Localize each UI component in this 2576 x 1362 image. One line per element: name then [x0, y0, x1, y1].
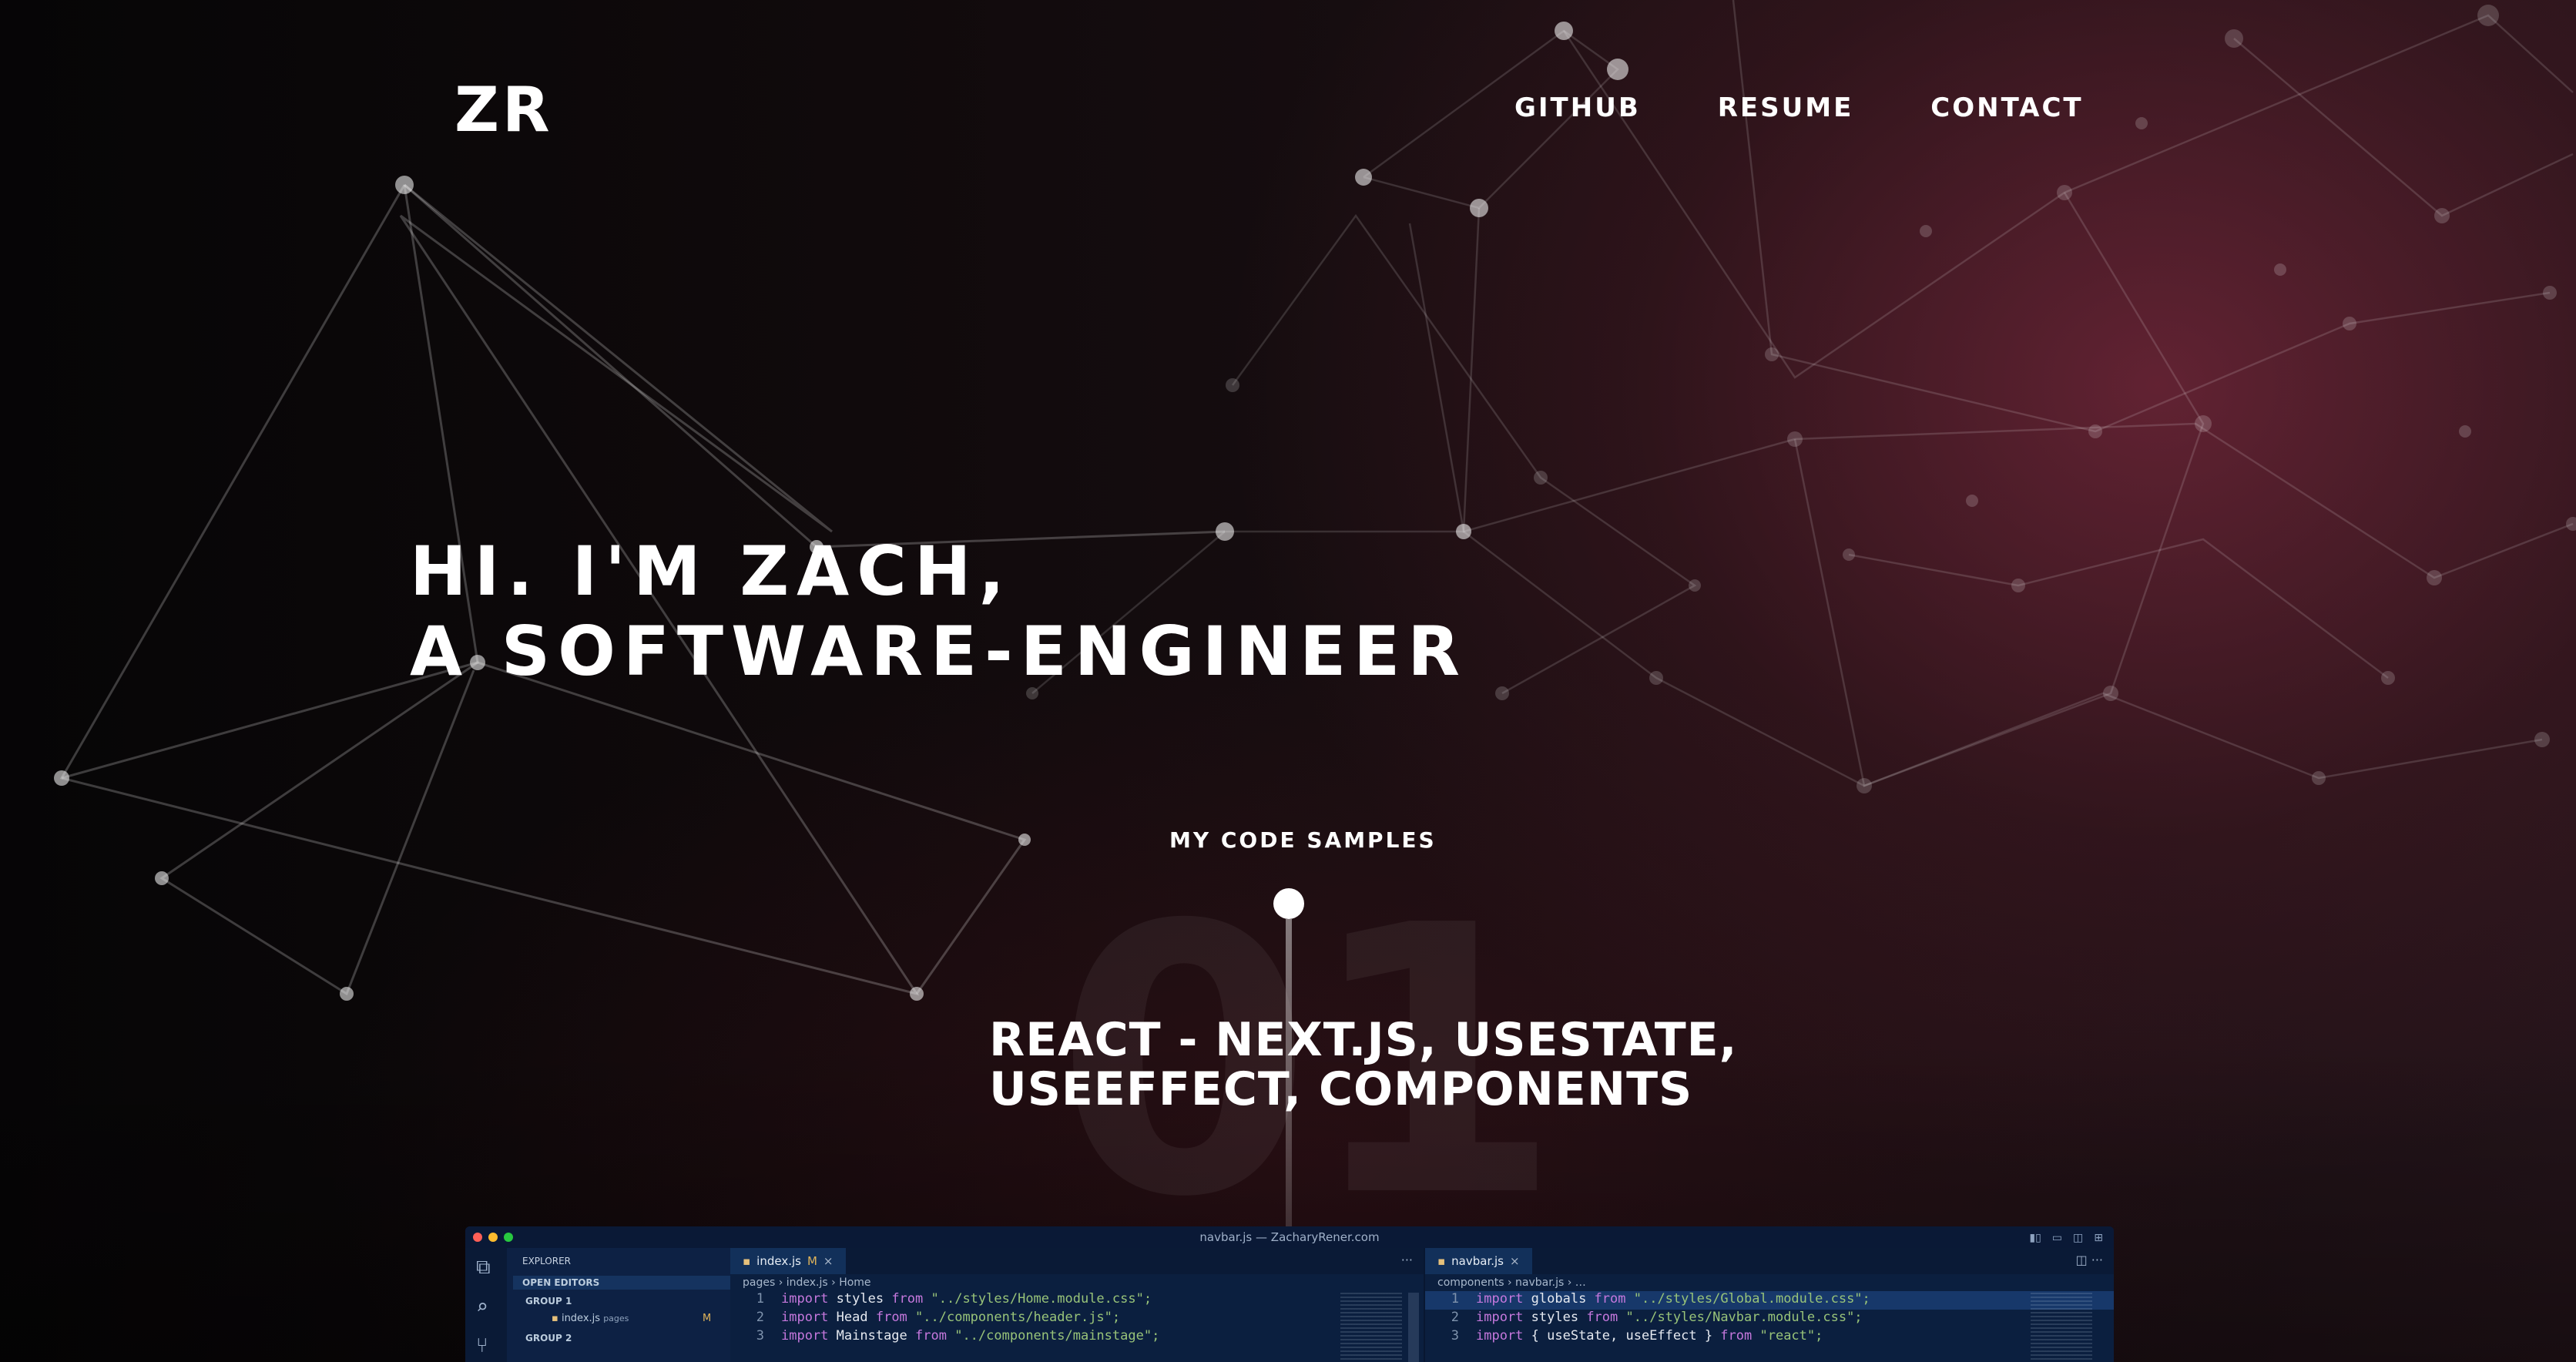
- editor-pane-left[interactable]: ▪ index.js M × ··· pages › index.js › Home …: [730, 1248, 1424, 1362]
- group-1-label: GROUP 1: [525, 1296, 572, 1307]
- sample-title-line-1: REACT - NEXT.JS, USESTATE,: [989, 1013, 1738, 1067]
- layout-icons: ▮▯ ▭ ◫ ⊞: [2029, 1232, 2103, 1244]
- breadcrumb-left[interactable]: pages › index.js › Home: [730, 1274, 1424, 1291]
- close-dot-icon: [473, 1233, 482, 1242]
- code-line: 1 import styles from "../styles/Home.modu…: [756, 1291, 1152, 1307]
- editor-pane-right[interactable]: ▪ navbar.js × ◫ ··· components › navbar.js…: [1424, 1248, 2114, 1362]
- more-actions-icon[interactable]: ···: [1401, 1253, 1413, 1267]
- tab-bar-left: ▪ index.js M × ···: [730, 1248, 1424, 1274]
- code-editor-screenshot[interactable]: navbar.js — ZacharyRener.com ▮▯ ▭ ◫ ⊞ ⧉ …: [465, 1226, 2114, 1362]
- close-tab-icon[interactable]: ×: [1510, 1254, 1520, 1268]
- maximize-dot-icon: [504, 1233, 513, 1242]
- code-line: 3 import Mainstage from "../components/ma…: [756, 1328, 1160, 1344]
- site-logo[interactable]: ZR: [454, 74, 553, 146]
- files-icon: ⧉: [476, 1256, 491, 1279]
- split-more-icon[interactable]: ◫ ···: [2076, 1253, 2103, 1267]
- layout-icon: ⊞: [2094, 1232, 2103, 1244]
- minimap-right[interactable]: [2031, 1293, 2092, 1362]
- tab-navbar-js[interactable]: ▪ navbar.js ×: [1425, 1248, 1532, 1274]
- editor-titlebar: navbar.js — ZacharyRener.com ▮▯ ▭ ◫ ⊞: [465, 1226, 2114, 1248]
- tab-bar-right: ▪ navbar.js × ◫ ···: [1425, 1248, 2114, 1274]
- code-line: 1 import globals from "../styles/Global.m…: [1425, 1291, 2114, 1310]
- window-controls: [473, 1233, 513, 1242]
- nav-resume-link[interactable]: RESUME: [1718, 92, 1854, 123]
- source-control-icon: ⑂: [476, 1334, 488, 1357]
- minimize-dot-icon: [488, 1233, 498, 1242]
- search-icon: ⌕: [476, 1296, 488, 1319]
- code-line: 2 import styles from "../styles/Navbar.mo…: [1451, 1310, 1863, 1325]
- hero-heading: HI. I'M ZACH, A SOFTWARE-ENGINEER: [410, 532, 1467, 692]
- js-file-icon: ▪: [552, 1313, 558, 1324]
- open-editors-header[interactable]: OPEN EDITORS: [513, 1276, 730, 1290]
- open-file-index[interactable]: ▪ index.js pages M: [552, 1313, 711, 1324]
- main-nav: GITHUB RESUME CONTACT: [1514, 92, 2084, 129]
- tab-index-js[interactable]: ▪ index.js M ×: [730, 1248, 846, 1274]
- panel-toggle-icon: ▭: [2051, 1232, 2063, 1244]
- scrollbar-left[interactable]: [1408, 1293, 1419, 1362]
- nav-contact-link[interactable]: CONTACT: [1897, 92, 2083, 129]
- group-2-label: GROUP 2: [525, 1333, 572, 1344]
- nav-github-link[interactable]: GITHUB: [1514, 92, 1641, 123]
- sample-title-line-2: USEEFFECT, COMPONENTS: [989, 1062, 1693, 1116]
- breadcrumb-right[interactable]: components › navbar.js › …: [1425, 1274, 2114, 1291]
- explorer-title: EXPLORER: [522, 1256, 571, 1266]
- activity-bar: ⧉ ⌕ ⑂: [465, 1248, 507, 1362]
- code-line: 3 import { useState, useEffect } from "re…: [1451, 1328, 1823, 1344]
- minimap-left[interactable]: [1340, 1293, 1402, 1362]
- explorer-panel: EXPLORER OPEN EDITORS GROUP 1 ▪ index.js…: [507, 1248, 730, 1362]
- hero-line-1: HI. I'M ZACH,: [410, 532, 1012, 611]
- editor-window-title: navbar.js — ZacharyRener.com: [1199, 1230, 1380, 1244]
- code-left[interactable]: 1 import styles from "../styles/Home.modu…: [730, 1291, 1424, 1347]
- hero-line-2: A SOFTWARE-ENGINEER: [410, 612, 1468, 691]
- js-file-icon: ▪: [1437, 1254, 1446, 1268]
- split-toggle-icon: ◫: [2073, 1232, 2084, 1244]
- code-right[interactable]: 1 import globals from "../styles/Global.m…: [1425, 1291, 2114, 1347]
- sidebar-toggle-icon: ▮▯: [2029, 1232, 2041, 1244]
- close-tab-icon[interactable]: ×: [823, 1254, 834, 1268]
- timeline-dot: [1273, 888, 1304, 919]
- code-line: 2 import Head from "../components/header.…: [756, 1310, 1121, 1325]
- js-file-icon: ▪: [743, 1254, 751, 1268]
- sample-title: REACT - NEXT.JS, USESTATE, USEEFFECT, CO…: [989, 1015, 1737, 1114]
